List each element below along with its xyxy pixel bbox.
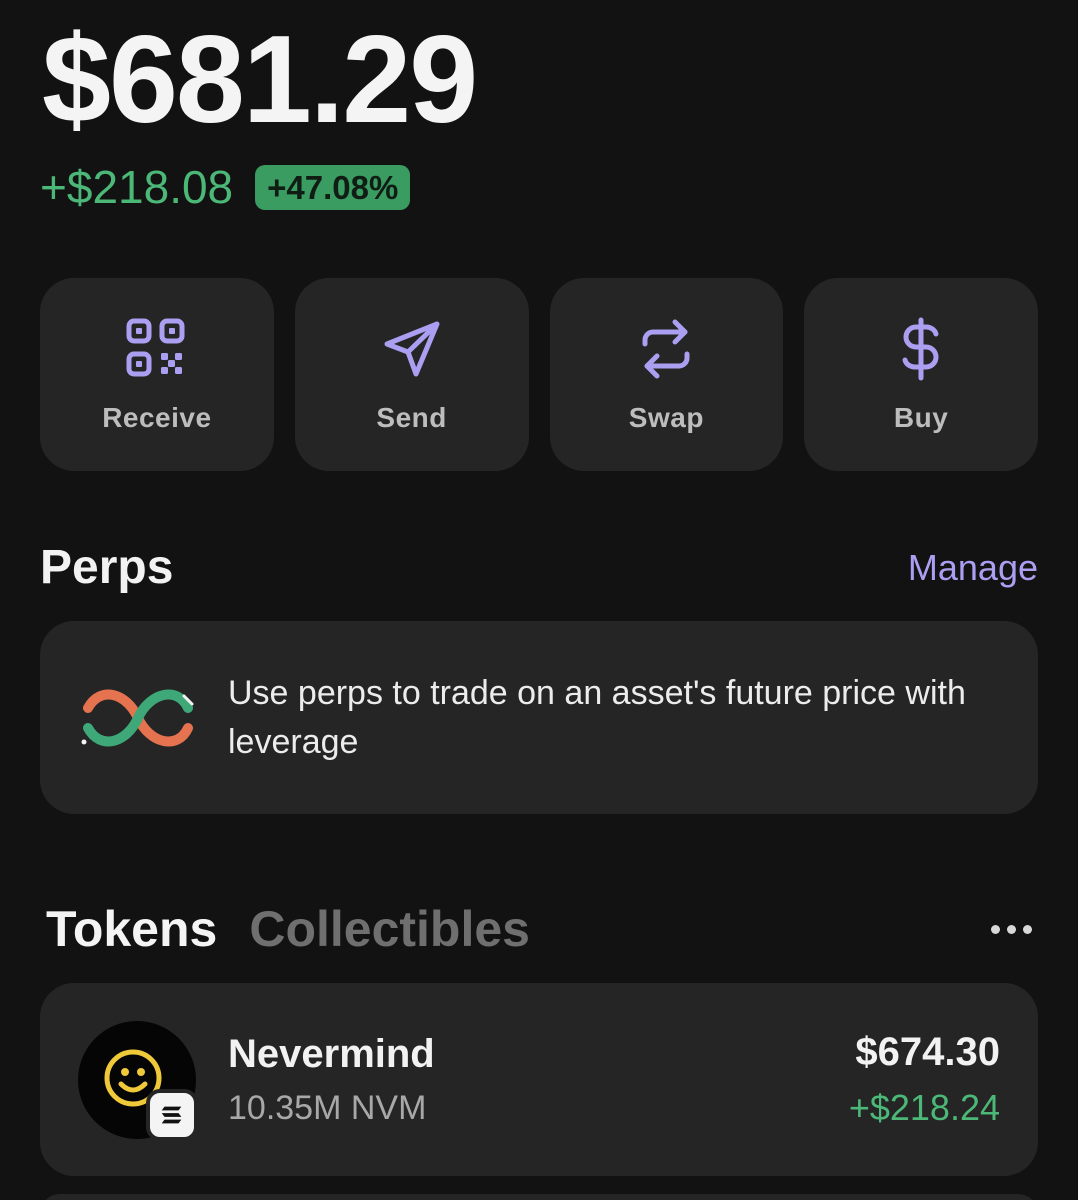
dollar-icon xyxy=(902,317,939,380)
more-dot xyxy=(1023,924,1032,934)
quick-actions: Receive Send Swap Buy xyxy=(40,278,1038,471)
portfolio-balance: $681.29 xyxy=(42,11,478,149)
send-icon xyxy=(384,321,440,376)
token-change: +$218.24 xyxy=(848,1087,1000,1128)
asset-tabs: Tokens Collectibles xyxy=(46,900,1038,958)
tab-collectibles[interactable]: Collectibles xyxy=(249,900,530,958)
token-value: $674.30 +$218.24 xyxy=(849,1030,1000,1129)
more-icon[interactable] xyxy=(991,924,1038,934)
receive-label: Receive xyxy=(102,401,212,433)
perps-title: Perps xyxy=(40,541,174,594)
tab-tokens[interactable]: Tokens xyxy=(46,900,217,958)
next-token-row[interactable] xyxy=(40,1194,1038,1200)
token-info: Nevermind 10.35M NVM xyxy=(228,1032,435,1128)
swap-label: Swap xyxy=(628,401,704,433)
perps-header: Perps Manage xyxy=(40,540,1038,595)
portfolio-change-row: +$218.08 +47.08% xyxy=(40,161,411,213)
swap-button[interactable]: Swap xyxy=(549,278,784,471)
perps-promo-card[interactable]: Use perps to trade on an asset's future … xyxy=(40,621,1038,814)
manage-link[interactable]: Manage xyxy=(908,547,1038,589)
portfolio-change-badge: +47.08% xyxy=(255,164,411,210)
token-row[interactable]: Nevermind 10.35M NVM $674.30 +$218.24 xyxy=(40,983,1038,1176)
solana-icon xyxy=(146,1088,198,1141)
token-amount: 10.35M NVM xyxy=(228,1088,427,1127)
receive-button[interactable]: Receive xyxy=(40,278,274,471)
qr-code-icon xyxy=(126,318,185,376)
send-button[interactable]: Send xyxy=(294,278,529,471)
swap-icon xyxy=(642,319,690,378)
token-avatar xyxy=(78,1020,198,1141)
more-dot xyxy=(991,924,1000,934)
buy-label: Buy xyxy=(893,401,949,433)
perps-description: Use perps to trade on an asset's future … xyxy=(228,673,966,761)
more-dot xyxy=(1007,924,1016,934)
portfolio-change-amount: +$218.08 xyxy=(40,161,234,213)
token-name: Nevermind xyxy=(228,1031,435,1076)
buy-button[interactable]: Buy xyxy=(804,278,1038,471)
infinity-icon xyxy=(81,689,194,746)
token-usd-value: $674.30 xyxy=(855,1030,1000,1074)
send-label: Send xyxy=(376,401,447,433)
